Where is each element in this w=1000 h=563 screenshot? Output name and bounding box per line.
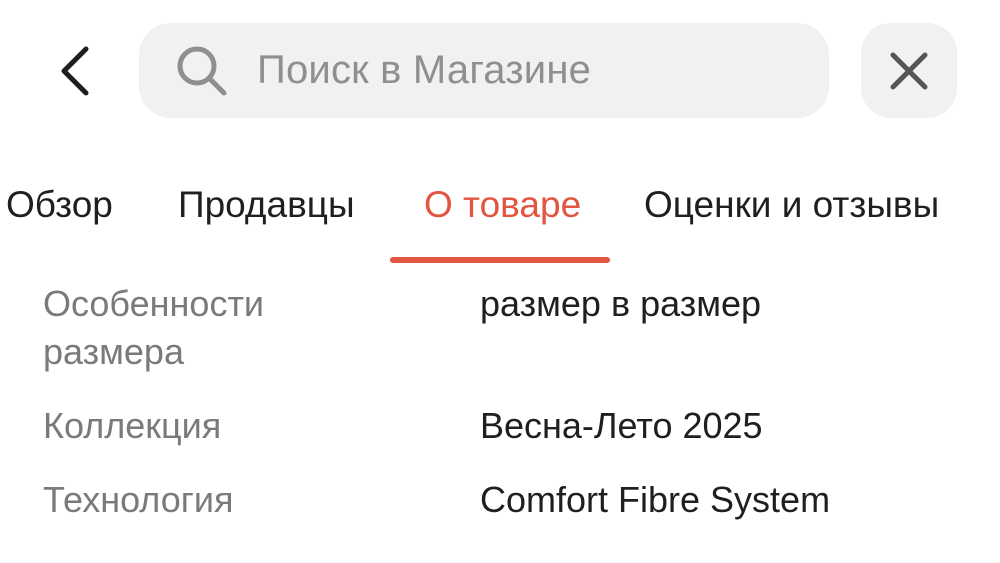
tab-reviews[interactable]: Оценки и отзывы bbox=[644, 176, 939, 234]
attribute-value: Comfort Fibre System bbox=[480, 479, 831, 520]
attribute-key: Особенности размера bbox=[43, 283, 265, 372]
close-button[interactable] bbox=[861, 23, 957, 118]
attribute-key: Технология bbox=[43, 479, 234, 520]
tab-bar: Обзор Продавцы О товаре Оценки и отзывы bbox=[0, 176, 1000, 266]
search-input[interactable]: Поиск в Магазине bbox=[139, 23, 829, 118]
close-icon bbox=[890, 52, 928, 89]
chevron-left-icon bbox=[61, 46, 89, 96]
attribute-key: Коллекция bbox=[43, 405, 222, 446]
attribute-value: размер в размер bbox=[480, 283, 762, 324]
search-icon bbox=[175, 44, 229, 98]
product-details-page: Поиск в Магазине Обзор Продавцы О товаре… bbox=[0, 0, 1000, 563]
attribute-value: Весна-Лето 2025 bbox=[480, 405, 763, 446]
back-button[interactable] bbox=[44, 36, 108, 106]
tab-overview[interactable]: Обзор bbox=[6, 176, 113, 234]
tab-about-product[interactable]: О товаре bbox=[424, 176, 581, 234]
tab-sellers[interactable]: Продавцы bbox=[178, 176, 355, 234]
search-placeholder: Поиск в Магазине bbox=[257, 48, 592, 92]
active-tab-indicator bbox=[390, 257, 610, 263]
